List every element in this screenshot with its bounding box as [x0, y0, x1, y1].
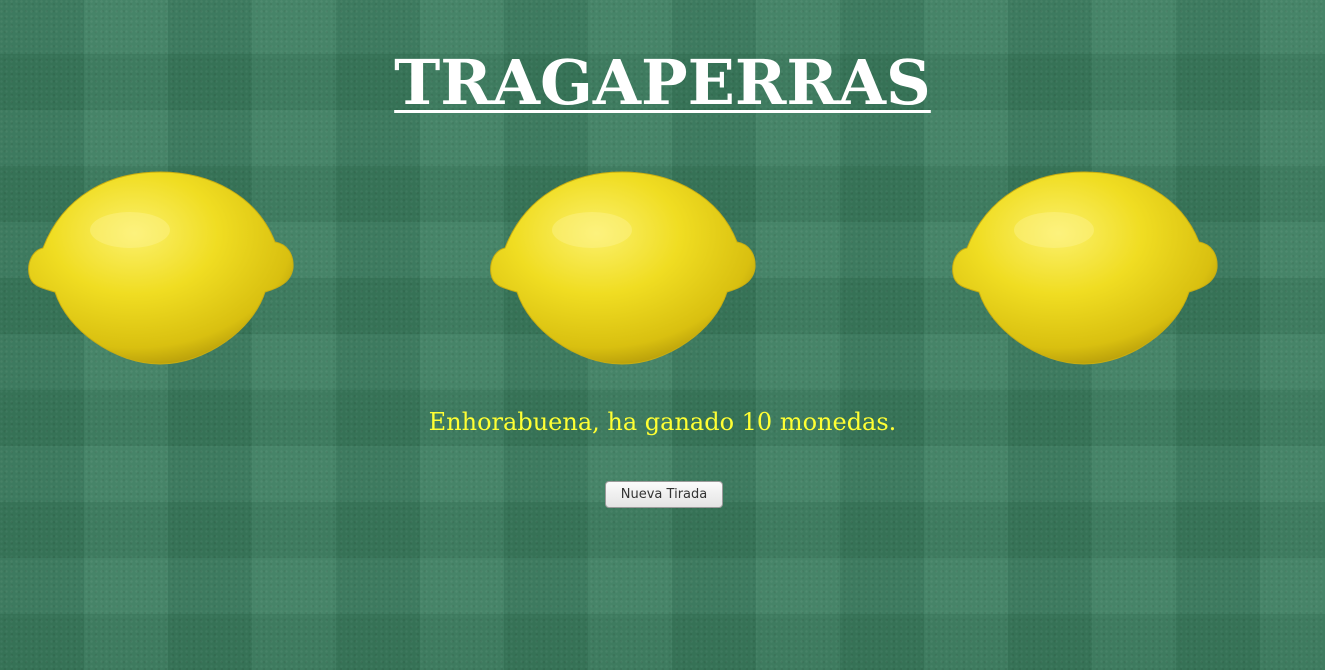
lemon-icon [490, 171, 756, 365]
lemon-icon [952, 171, 1218, 365]
slot-reels [0, 170, 1325, 370]
lemon-icon [28, 171, 294, 365]
new-spin-button[interactable]: Nueva Tirada [605, 481, 723, 508]
result-message: Enhorabuena, ha ganado 10 monedas. [428, 408, 897, 436]
reel-1 [25, 170, 295, 370]
game-title: TRAGAPERRAS [394, 46, 931, 119]
reel-2 [487, 170, 757, 370]
reel-3 [949, 170, 1219, 370]
